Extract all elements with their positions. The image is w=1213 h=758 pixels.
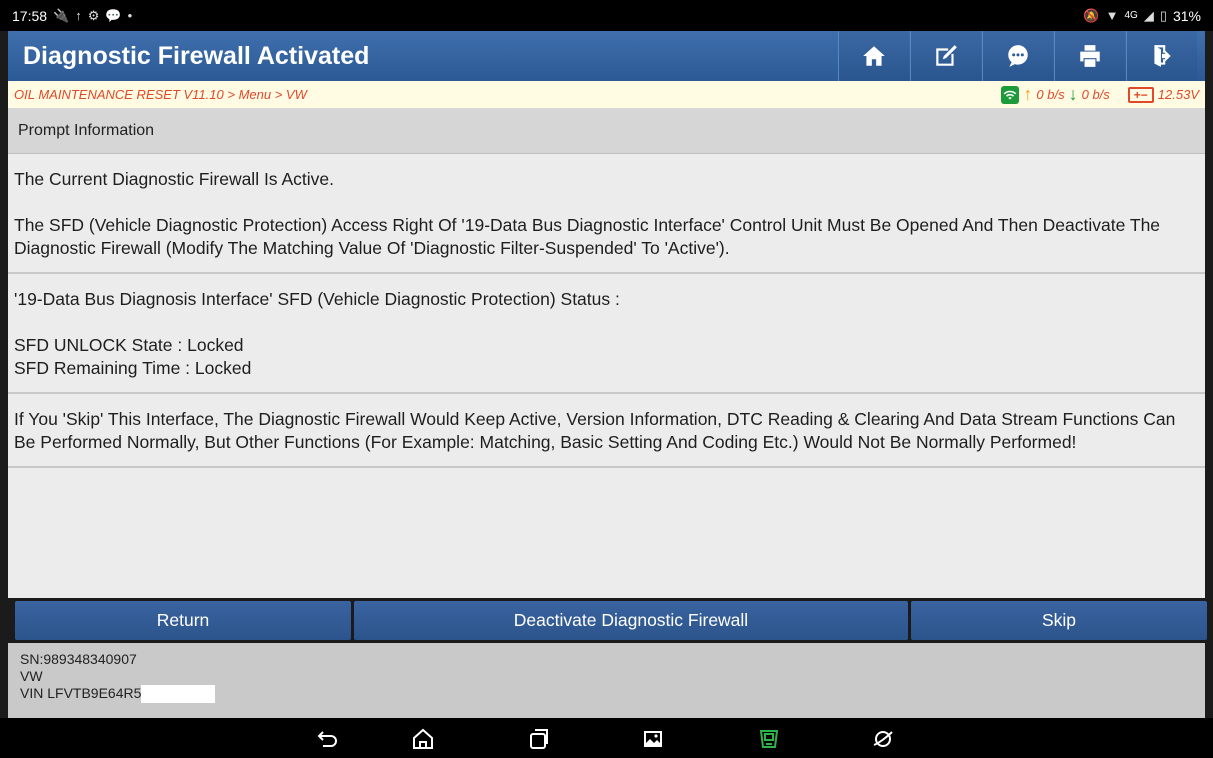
vehicle-info: SN:989348340907 VW VIN LFVTB9E64R5 [8,643,1205,718]
home-icon [863,46,885,66]
browser-icon[interactable] [870,726,896,752]
chat-icon: 💬 [105,7,122,23]
wifi-icon [1001,85,1020,104]
dot-icon: • [127,8,133,23]
print-button[interactable] [1054,31,1125,81]
edit-icon [936,45,957,66]
exit-icon [1154,45,1171,67]
signal-icon: ◢ [1143,7,1154,23]
vehicle-make: VW [20,668,43,684]
vci-icon[interactable] [756,726,782,752]
wifi-icon: ▼ [1105,8,1119,23]
message-icon [1008,45,1028,67]
print-icon [1080,45,1100,67]
sfd-remaining-time: SFD Remaining Time : Locked [14,358,252,378]
deactivate-firewall-button[interactable]: Deactivate Diagnostic Firewall [354,601,908,640]
return-button[interactable]: Return [15,601,351,640]
vin-row: VIN LFVTB9E64R5 [20,685,1193,703]
settings-icon: ⚙ [87,7,100,23]
upload-icon: ↑ [75,8,82,23]
prompt-text: If You 'Skip' This Interface, The Diagno… [14,409,1176,452]
home-icon[interactable] [410,726,436,752]
title-bar: Diagnostic Firewall Activated [8,31,1205,81]
voltage-readout: 12.53V [1157,87,1199,102]
vin: VIN LFVTB9E64R5 [20,685,142,701]
prompt-text: '19-Data Bus Diagnosis Interface' SFD (V… [14,289,620,309]
prompt-block-2: '19-Data Bus Diagnosis Interface' SFD (V… [8,274,1205,394]
back-icon[interactable] [314,726,340,752]
battery-icon: ▯ [1159,7,1167,23]
status-time: 17:58 [12,7,48,24]
vin-redaction [141,685,216,703]
edit-button[interactable] [910,31,981,81]
message-button[interactable] [982,31,1053,81]
status-bar: 17:58 🔌 ↑ ⚙ 💬 • 🔕 ▼ 4G ◢ ▯ 31% [0,0,1213,31]
page-title: Diagnostic Firewall Activated [23,41,370,70]
prompt-text: The Current Diagnostic Firewall Is Activ… [14,169,334,189]
prompt-content: The Current Diagnostic Firewall Is Activ… [8,154,1205,598]
action-bar: Return Deactivate Diagnostic Firewall Sk… [15,601,1207,640]
prompt-block-3: If You 'Skip' This Interface, The Diagno… [8,394,1205,468]
gallery-icon[interactable] [640,726,666,752]
breadcrumb-path: OIL MAINTENANCE RESET V11.10 > Menu > VW [14,87,307,102]
breadcrumb: OIL MAINTENANCE RESET V11.10 > Menu > VW… [8,81,1205,108]
upload-arrow-icon: ↑ [1023,84,1033,104]
mute-icon: 🔕 [1083,7,1100,23]
prompt-text: The SFD (Vehicle Diagnostic Protection) … [14,215,1161,258]
car-battery-icon: +− [1127,86,1154,103]
battery-level: 31% [1172,7,1201,24]
upload-rate: 0 b/s [1036,87,1065,102]
prompt-block-1: The Current Diagnostic Firewall Is Activ… [8,154,1205,274]
serial-number: SN:989348340907 [20,651,137,667]
skip-button[interactable]: Skip [911,601,1207,640]
network-type: 4G [1124,10,1138,21]
download-rate: 0 b/s [1081,87,1110,102]
sfd-unlock-state: SFD UNLOCK State : Locked [14,335,244,355]
recents-icon[interactable] [526,726,552,752]
system-navbar [0,718,1213,758]
home-button[interactable] [838,31,909,81]
prompt-header: Prompt Information [8,108,1205,154]
exit-button[interactable] [1126,31,1197,81]
usb-icon: 🔌 [53,7,70,23]
connection-stats: ↑ 0 b/s ↓ 0 b/s +− 12.53V [1001,84,1205,105]
download-arrow-icon: ↓ [1068,84,1078,104]
